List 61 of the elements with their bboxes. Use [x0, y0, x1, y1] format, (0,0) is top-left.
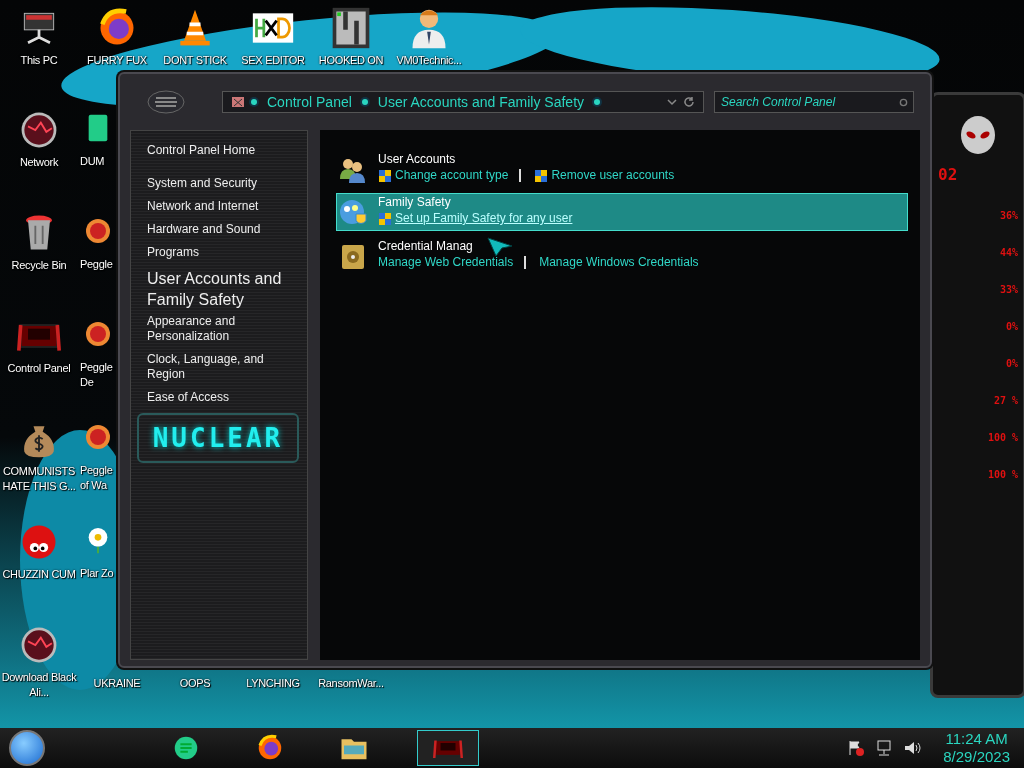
- sidebar-link[interactable]: User Accounts and Family Safety: [147, 268, 303, 310]
- category-title[interactable]: Family Safety: [378, 195, 579, 210]
- volume-icon[interactable]: [903, 739, 922, 757]
- sidebar-link[interactable]: System and Security: [147, 176, 303, 191]
- desktop-icon-label[interactable]: Peggle De: [80, 360, 116, 390]
- gadget-reading: 36%: [999, 210, 1018, 221]
- sidebar-link[interactable]: Clock, Language, and Region: [147, 352, 303, 382]
- desktop-icon-label[interactable]: RansomWar...: [312, 676, 390, 691]
- gadget-reading: 0%: [1005, 358, 1018, 369]
- breadcrumb-link[interactable]: Control Panel: [267, 94, 352, 110]
- gadget-reading: 44%: [999, 247, 1018, 258]
- desktop-icon-label[interactable]: LYNCHING: [234, 676, 312, 691]
- task-link[interactable]: Remove user accounts: [551, 167, 675, 184]
- start-button[interactable]: [9, 730, 45, 766]
- taskbar-app-button[interactable]: [417, 730, 479, 766]
- desktop-icon-label[interactable]: UKRAINE: [78, 676, 156, 691]
- desktop-icon-label[interactable]: CHUZZIN CUM: [2, 567, 76, 582]
- desktop-icon-label[interactable]: This PC: [20, 53, 58, 68]
- desktop-icon-label[interactable]: Peggle of Wa: [80, 463, 116, 493]
- refresh-icon[interactable]: [683, 96, 695, 108]
- task-link[interactable]: Change account type: [395, 167, 509, 184]
- sidebar-link[interactable]: Control Panel Home: [147, 143, 303, 158]
- separator-dot-icon: [251, 99, 257, 105]
- clock-date[interactable]: 8/29/2023: [943, 748, 1010, 766]
- pointer-cursor-icon: [486, 236, 514, 258]
- gadget-reading: 100 %: [987, 469, 1018, 480]
- gadget-reading: 27 %: [993, 395, 1018, 406]
- separator-dot-icon: [594, 99, 601, 105]
- sidebar-link[interactable]: Hardware and Sound: [147, 222, 303, 237]
- sidebar-link[interactable]: Programs: [147, 245, 303, 260]
- clock-time[interactable]: 11:24 AM: [945, 730, 1008, 748]
- gadget-reading: 33%: [999, 284, 1018, 295]
- desktop-icon-label[interactable]: Download Black Ali...: [0, 670, 78, 700]
- address-bar[interactable]: Control Panel User Accounts and Family Safety: [222, 91, 704, 113]
- category-title[interactable]: Credential Manag: [378, 239, 705, 254]
- task-link[interactable]: Manage Web Credentials: [378, 254, 514, 271]
- category-title[interactable]: User Accounts: [378, 152, 681, 167]
- desktop-icon-label[interactable]: Plar Zo: [80, 566, 114, 581]
- flag-icon[interactable]: [847, 739, 866, 757]
- breadcrumb-link[interactable]: User Accounts and Family Safety: [377, 94, 585, 110]
- network-icon[interactable]: [875, 739, 894, 757]
- nuclear-logo: NUCLEAR: [137, 413, 299, 463]
- gadget-reading: 0%: [1005, 321, 1018, 332]
- alien-head-icon: [958, 115, 998, 155]
- search-field[interactable]: Search Control Panel: [714, 91, 914, 113]
- dropdown-caret-icon[interactable]: [667, 97, 677, 107]
- separator-dot-icon: [361, 99, 368, 105]
- gadget-reading: 02: [938, 165, 958, 184]
- search-icon[interactable]: [899, 98, 908, 107]
- desktop-icon-label[interactable]: Network: [19, 155, 59, 170]
- sidebar-link[interactable]: Appearance and Personalization: [147, 314, 303, 344]
- sidebar-link[interactable]: Network and Internet: [147, 199, 303, 214]
- desktop-icon-label[interactable]: Peggle: [80, 257, 113, 272]
- gadget-reading: 100 %: [987, 432, 1018, 443]
- desktop-icon-label[interactable]: OOPS: [156, 676, 234, 691]
- task-link[interactable]: Set up Family Safety for any user: [395, 210, 573, 227]
- desktop-icon-label[interactable]: DUM: [80, 154, 105, 169]
- sidebar-link[interactable]: Ease of Access: [147, 390, 303, 405]
- desktop-icon-label[interactable]: Recycle Bin: [11, 258, 67, 273]
- task-link[interactable]: Manage Windows Credentials: [539, 254, 699, 271]
- desktop-icon-label[interactable]: Control Panel: [7, 361, 71, 376]
